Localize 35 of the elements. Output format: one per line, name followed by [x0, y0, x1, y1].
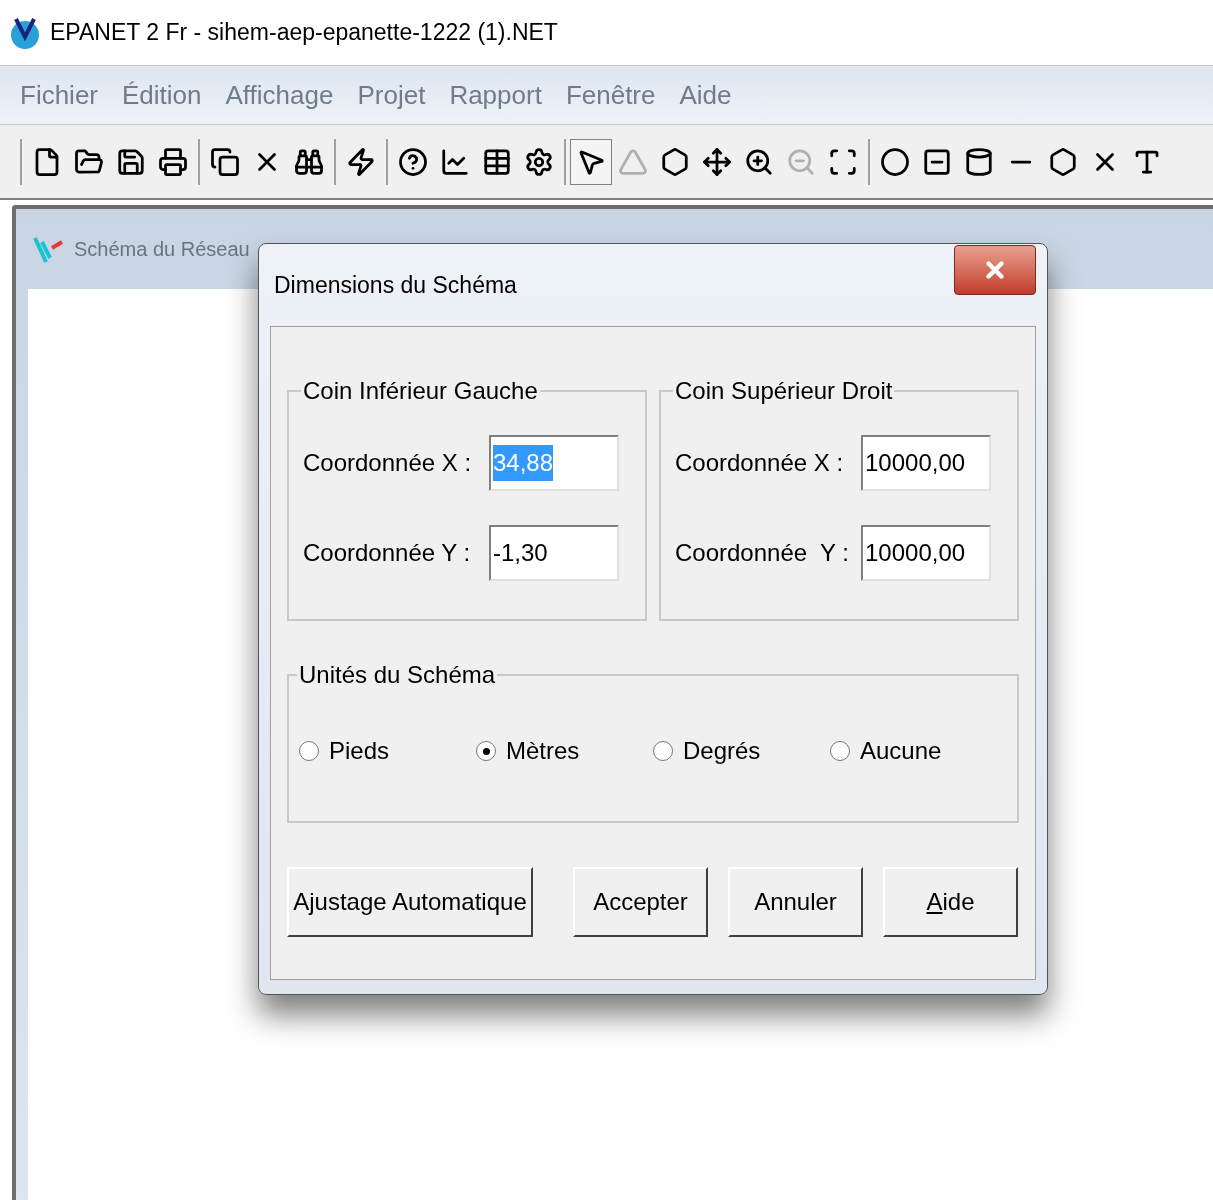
menu-item[interactable]: Fenêtre	[565, 75, 656, 115]
coordinate-input[interactable]: 10000,00	[861, 525, 991, 581]
field-label: Coordonnée X :	[303, 448, 472, 478]
radio-button[interactable]	[830, 741, 850, 761]
coordinate-input[interactable]: -1,30	[489, 525, 619, 581]
menu-item[interactable]: Fichier	[20, 75, 98, 115]
coordinate-input[interactable]: 10000,00	[861, 435, 991, 491]
group-title: Coin Inférieur Gauche	[302, 376, 539, 406]
field-label: Coordonnée Y :	[303, 538, 471, 568]
menu-item[interactable]: Édition	[122, 75, 202, 115]
group-title: Unités du Schéma	[298, 660, 497, 690]
radio-label: Aucune	[860, 736, 942, 766]
coordinate-input[interactable]: 34,88	[489, 435, 619, 491]
dialog-button[interactable]: Aide	[883, 867, 1018, 937]
dialog-button[interactable]: Ajustage Automatique	[287, 867, 533, 937]
close-button[interactable]	[954, 245, 1036, 295]
radio-label: Pieds	[329, 736, 390, 766]
radio-label: Mètres	[506, 736, 580, 766]
window-title: EPANET 2 Fr - sihem-aep-epanette-1222 (1).NET	[50, 18, 558, 48]
dialog-title: Dimensions du Schéma	[274, 270, 517, 300]
menu-item[interactable]: Projet	[357, 75, 426, 115]
radio-button[interactable]	[299, 741, 319, 761]
pointer-icon[interactable]	[570, 138, 612, 185]
radio-button[interactable]	[476, 741, 496, 761]
child-window-title: Schéma du Réseau	[74, 237, 250, 262]
radio-button[interactable]	[653, 741, 673, 761]
menu-item[interactable]: Aide	[679, 75, 732, 115]
group-title: Coin Supérieur Droit	[674, 376, 894, 406]
radio-label: Degrés	[683, 736, 761, 766]
field-label: Coordonnée X :	[675, 448, 844, 478]
menu-item[interactable]: Rapport	[449, 75, 542, 115]
dialog-button[interactable]: Accepter	[573, 867, 708, 937]
dialog-button[interactable]: Annuler	[728, 867, 863, 937]
menu-item[interactable]: Affichage	[225, 75, 334, 115]
field-label: Coordonnée Y :	[675, 538, 849, 568]
